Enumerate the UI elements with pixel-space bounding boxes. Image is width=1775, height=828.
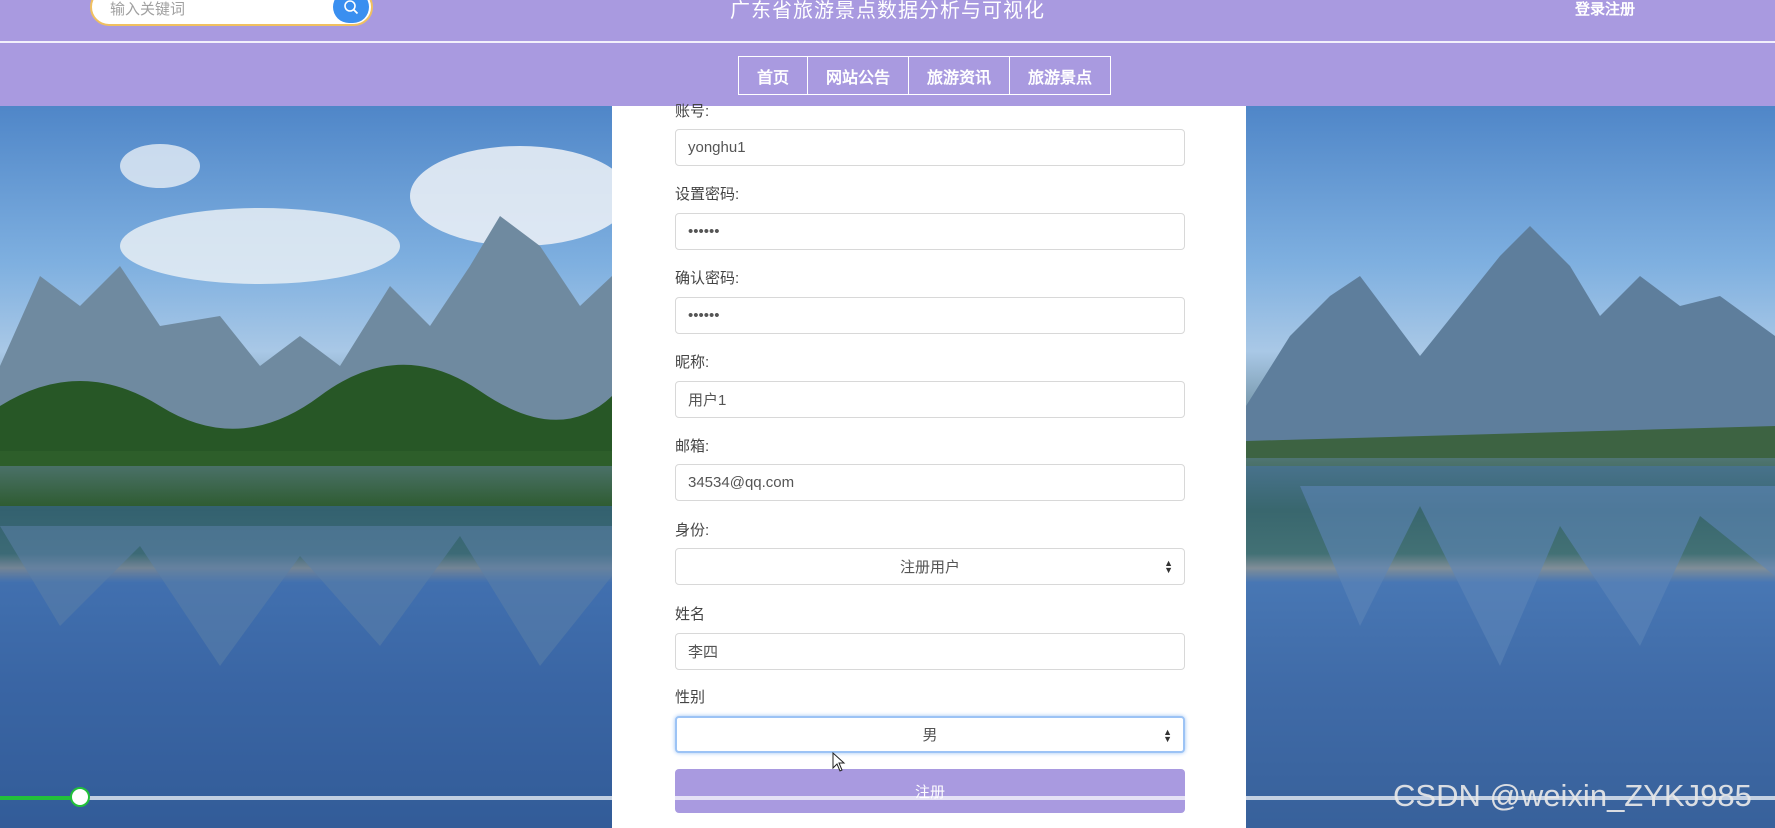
- login-register-link[interactable]: 登录注册: [1575, 0, 1635, 19]
- nav-item-scenic-spots[interactable]: 旅游景点: [1010, 56, 1112, 95]
- select-arrows-icon: ▲ ▼: [1163, 727, 1172, 744]
- role-select[interactable]: 注册用户 ▲ ▼: [675, 548, 1185, 585]
- register-submit-button[interactable]: 注册: [675, 769, 1185, 813]
- gender-label: 性别: [675, 689, 706, 706]
- nav-item-travel-news[interactable]: 旅游资讯: [909, 56, 1011, 95]
- gender-select[interactable]: 男 ▲ ▼: [675, 716, 1185, 753]
- role-select-value: 注册用户: [899, 559, 960, 576]
- mouse-cursor-icon: [832, 752, 846, 772]
- register-form-panel: 账号: yonghu1 设置密码: •••••• 确认密码: •••••• 昵称…: [612, 103, 1246, 828]
- password-label: 设置密码:: [675, 186, 740, 203]
- email-label: 邮箱:: [675, 438, 710, 455]
- watermark: CSDN @weixin_ZYKJ985: [1393, 778, 1752, 813]
- role-label: 身份:: [675, 522, 710, 539]
- nav-item-home[interactable]: 首页: [738, 56, 809, 95]
- account-label: 账号:: [675, 103, 710, 120]
- main-nav: 首页 网站公告 旅游资讯 旅游景点: [738, 56, 1112, 95]
- gender-select-value: 男: [922, 727, 938, 744]
- site-header: 广东省旅游景点数据分析与可视化 登录注册 首页 网站公告 旅游资讯 旅游景点: [0, 0, 1775, 106]
- password-input[interactable]: ••••••: [675, 213, 1185, 250]
- header-divider: [0, 41, 1775, 43]
- select-arrows-icon: ▲ ▼: [1164, 558, 1173, 575]
- site-title: 广东省旅游景点数据分析与可视化: [730, 0, 1045, 22]
- email-input[interactable]: 34534@qq.com: [675, 464, 1185, 501]
- account-input[interactable]: yonghu1: [675, 129, 1185, 166]
- name-label: 姓名: [675, 606, 706, 623]
- video-progress-handle[interactable]: [69, 787, 90, 807]
- nav-item-announcements[interactable]: 网站公告: [808, 56, 910, 95]
- confirm-password-label: 确认密码:: [675, 270, 740, 287]
- nickname-label: 昵称:: [675, 354, 710, 371]
- video-progress-fill: [0, 796, 80, 800]
- nickname-input[interactable]: 用户1: [675, 381, 1185, 418]
- confirm-password-input[interactable]: ••••••: [675, 297, 1185, 334]
- name-input[interactable]: 李四: [675, 633, 1185, 670]
